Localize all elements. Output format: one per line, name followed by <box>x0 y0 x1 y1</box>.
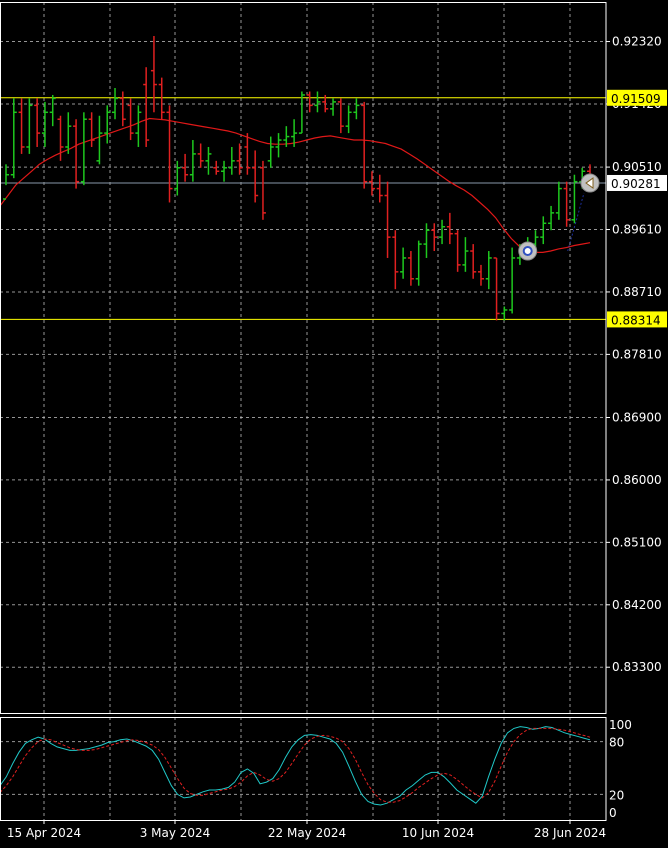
chart-stage: 0.923200.914200.905100.896100.887100.878… <box>0 2 667 840</box>
signal-marker <box>580 173 600 193</box>
price-pane-frame <box>0 2 607 714</box>
entry-arrow-icon <box>522 246 533 257</box>
osc-tick-label: 80 <box>609 736 624 750</box>
time-tick-label: 3 May 2024 <box>140 826 211 840</box>
time-tick-label: 15 Apr 2024 <box>7 826 81 840</box>
price-tick-label: 0.92320 <box>612 35 662 49</box>
osc-tick-label: 100 <box>609 718 632 732</box>
time-tick-label: 28 Jun 2024 <box>534 826 606 840</box>
moving-average-line <box>0 117 591 253</box>
oscillator-pane-frame <box>0 717 607 821</box>
price-tick-label: 0.85100 <box>612 535 662 549</box>
current-price-label: 0.90281 <box>611 177 661 191</box>
stochastic-pane: 100 80 20 0 <box>0 717 632 820</box>
price-tick-label: 0.87810 <box>612 347 662 361</box>
price-tick-label: 0.89610 <box>612 223 662 237</box>
price-tick-label: 0.90510 <box>612 160 662 174</box>
level-price-label: 0.88314 <box>611 313 661 327</box>
moving-average-layer <box>0 117 591 253</box>
horizontal-levels <box>0 97 606 320</box>
time-axis: 15 Apr 2024 3 May 2024 22 May 2024 10 Jun 2… <box>7 820 606 840</box>
stochastic-signal-line <box>0 727 591 803</box>
price-tick-label: 0.84200 <box>612 598 662 612</box>
time-tick-label: 22 May 2024 <box>268 826 346 840</box>
price-grid <box>0 2 606 713</box>
price-tick-label: 0.86000 <box>612 473 662 487</box>
level-price-label: 0.91509 <box>611 92 661 106</box>
price-tick-label: 0.83300 <box>612 660 662 674</box>
price-tick-label: 0.88710 <box>612 285 662 299</box>
time-tick-label: 10 Jun 2024 <box>402 826 474 840</box>
osc-tick-label: 20 <box>609 788 624 802</box>
price-tick-label: 0.86900 <box>612 411 662 425</box>
signal-marker <box>518 241 538 261</box>
stochastic-main-line <box>0 726 591 806</box>
osc-tick-label: 0 <box>609 806 617 820</box>
price-axis: 0.923200.914200.905100.896100.887100.878… <box>606 35 667 674</box>
